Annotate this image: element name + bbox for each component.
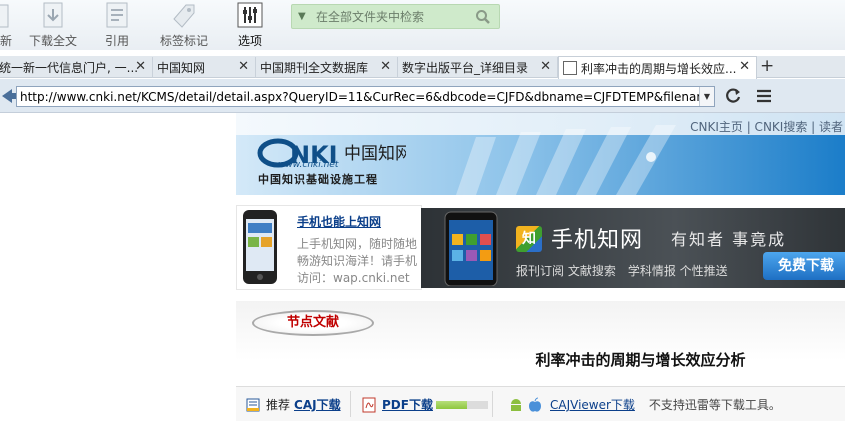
article-title: 利率冲击的周期与增长效应分析 <box>535 351 746 369</box>
divider <box>492 391 493 417</box>
search-icon[interactable] <box>475 9 491 25</box>
pdf-download-group: PDF下载 <box>362 396 488 413</box>
caj-download-link[interactable]: CAJ下载 <box>294 396 341 413</box>
pdf-progress-bar <box>435 400 488 409</box>
phone-icon <box>243 210 277 284</box>
address-bar: http://www.cnki.net/KCMS/detail/detail.a… <box>0 79 845 113</box>
node-literature-label: 节点文献 <box>252 310 374 336</box>
cnki-banner: CNKI主页 | CNKI搜索 | 读者 NKI 中国知网 www.cnki.n… <box>236 113 845 195</box>
options-button[interactable]: 选项 <box>236 0 264 50</box>
page-content: CNKI主页 | CNKI搜索 | 读者 NKI 中国知网 www.cnki.n… <box>0 113 845 421</box>
svg-text:中国知网: 中国知网 <box>344 144 406 164</box>
search-placeholder: 在全部文件夹中检索 <box>316 10 425 24</box>
mobile-ad-desc: 上手机知网，随时随地畅游知识海洋！请手机访问：wap.cnki.net <box>297 237 418 285</box>
toolbar: 新 下载全文 引用 标签标记 选项 ▼ 在全部文件夹中检索 <box>0 0 845 50</box>
logo-domain: www.cnki.net <box>278 160 339 170</box>
divider <box>350 391 351 417</box>
app-slogan: 有知者 事竟成 <box>671 230 787 249</box>
tab-journal-db[interactable]: 中国期刊全文数据库 ✕ <box>256 57 398 78</box>
app-logo-icon: 知 <box>516 226 542 252</box>
tag-mark-button[interactable]: 标签标记 <box>158 0 210 50</box>
reload-icon[interactable] <box>724 87 742 105</box>
url-text: http://www.cnki.net/KCMS/detail/detail.a… <box>20 89 715 104</box>
options-label: 选项 <box>237 34 262 48</box>
mobile-ad-title[interactable]: 手机也能上知网 <box>297 213 381 230</box>
tab-portal[interactable]: 统一新一代信息门户, 一... ✕ <box>0 57 153 78</box>
node-section: 节点文献 利率冲击的周期与增长效应分析 <box>236 301 845 386</box>
mobile-ad[interactable]: 手机也能上知网 上手机知网，随时随地畅游知识海洋！请手机访问：wap.cnki.… <box>236 205 422 290</box>
tab-article[interactable]: 利率冲击的周期与增长效应... ✕ <box>558 56 757 79</box>
page-icon <box>563 61 577 75</box>
tab-label: 利率冲击的周期与增长效应... <box>581 61 737 76</box>
close-icon[interactable]: ✕ <box>739 59 750 74</box>
new-tab-button[interactable]: + <box>760 56 774 76</box>
chevron-down-icon[interactable]: ▼ <box>298 11 312 22</box>
download-icon <box>43 2 63 28</box>
logo-subtitle: 中国知识基础设施工程 <box>258 173 378 186</box>
pdf-icon <box>362 397 376 412</box>
pdf-download-link[interactable]: PDF下载 <box>382 396 433 413</box>
folder-search-input[interactable]: ▼ 在全部文件夹中检索 <box>291 4 500 29</box>
phone-app-icon <box>444 211 498 286</box>
menu-icon[interactable] <box>756 89 772 103</box>
download-bar: 推荐 CAJ下载 PDF下载 CAJViewer下载 不支持迅雷等下载工具。 <box>236 386 845 421</box>
url-input[interactable]: http://www.cnki.net/KCMS/detail/detail.a… <box>16 86 715 107</box>
new-icon <box>0 4 9 28</box>
new-button[interactable]: 新 <box>0 0 18 50</box>
recommend-label: 推荐 <box>266 398 291 412</box>
tab-digital-publish[interactable]: 数字出版平台_详细目录 ✕ <box>398 57 558 78</box>
cite-icon <box>106 2 128 28</box>
close-icon[interactable]: ✕ <box>238 59 249 74</box>
android-icon <box>511 398 521 411</box>
cajviewer-download-link[interactable]: CAJViewer下载 <box>550 396 635 413</box>
download-fulltext-label: 下载全文 <box>28 34 77 48</box>
caj-download-group: 推荐 CAJ下载 <box>246 396 341 413</box>
options-icon <box>237 2 263 28</box>
back-arrow-icon[interactable] <box>0 87 16 105</box>
mobile-app-banner[interactable]: 知 手机知网 有知者 事竟成 报刊订阅 文献搜索 学科情报 个性推送 免费下载 <box>421 208 845 288</box>
tab-cnki[interactable]: 中国知网 ✕ <box>153 57 256 78</box>
cite-label: 引用 <box>104 34 129 48</box>
download-fulltext-button[interactable]: 下载全文 <box>27 0 79 50</box>
tab-label: 中国期刊全文数据库 <box>260 61 369 75</box>
app-title: 手机知网 <box>551 228 644 253</box>
tab-label: 统一新一代信息门户, 一... <box>0 61 139 75</box>
new-label: 新 <box>0 34 12 48</box>
tag-icon <box>173 4 195 28</box>
app-features: 报刊订阅 文献搜索 学科情报 个性推送 <box>516 264 728 278</box>
caj-book-icon <box>246 398 260 411</box>
close-icon[interactable]: ✕ <box>380 59 391 74</box>
pdf-progress-fill <box>435 400 468 409</box>
tab-bar: 统一新一代信息门户, 一... ✕ 中国知网 ✕ 中国期刊全文数据库 ✕ 数字出… <box>0 56 845 79</box>
close-icon[interactable]: ✕ <box>135 59 146 74</box>
tag-mark-label: 标签标记 <box>159 34 208 48</box>
banner-decoration <box>456 125 676 195</box>
close-icon[interactable]: ✕ <box>540 59 551 74</box>
viewer-download-group: CAJViewer下载 不支持迅雷等下载工具。 <box>508 396 781 413</box>
chevron-down-icon[interactable]: ▼ <box>699 87 714 106</box>
free-download-button[interactable]: 免费下载 <box>763 252 845 280</box>
apple-icon <box>529 397 541 412</box>
cite-button[interactable]: 引用 <box>101 0 133 50</box>
tab-label: 数字出版平台_详细目录 <box>402 61 529 75</box>
tab-label: 中国知网 <box>157 61 206 75</box>
download-note: 不支持迅雷等下载工具。 <box>648 398 781 412</box>
